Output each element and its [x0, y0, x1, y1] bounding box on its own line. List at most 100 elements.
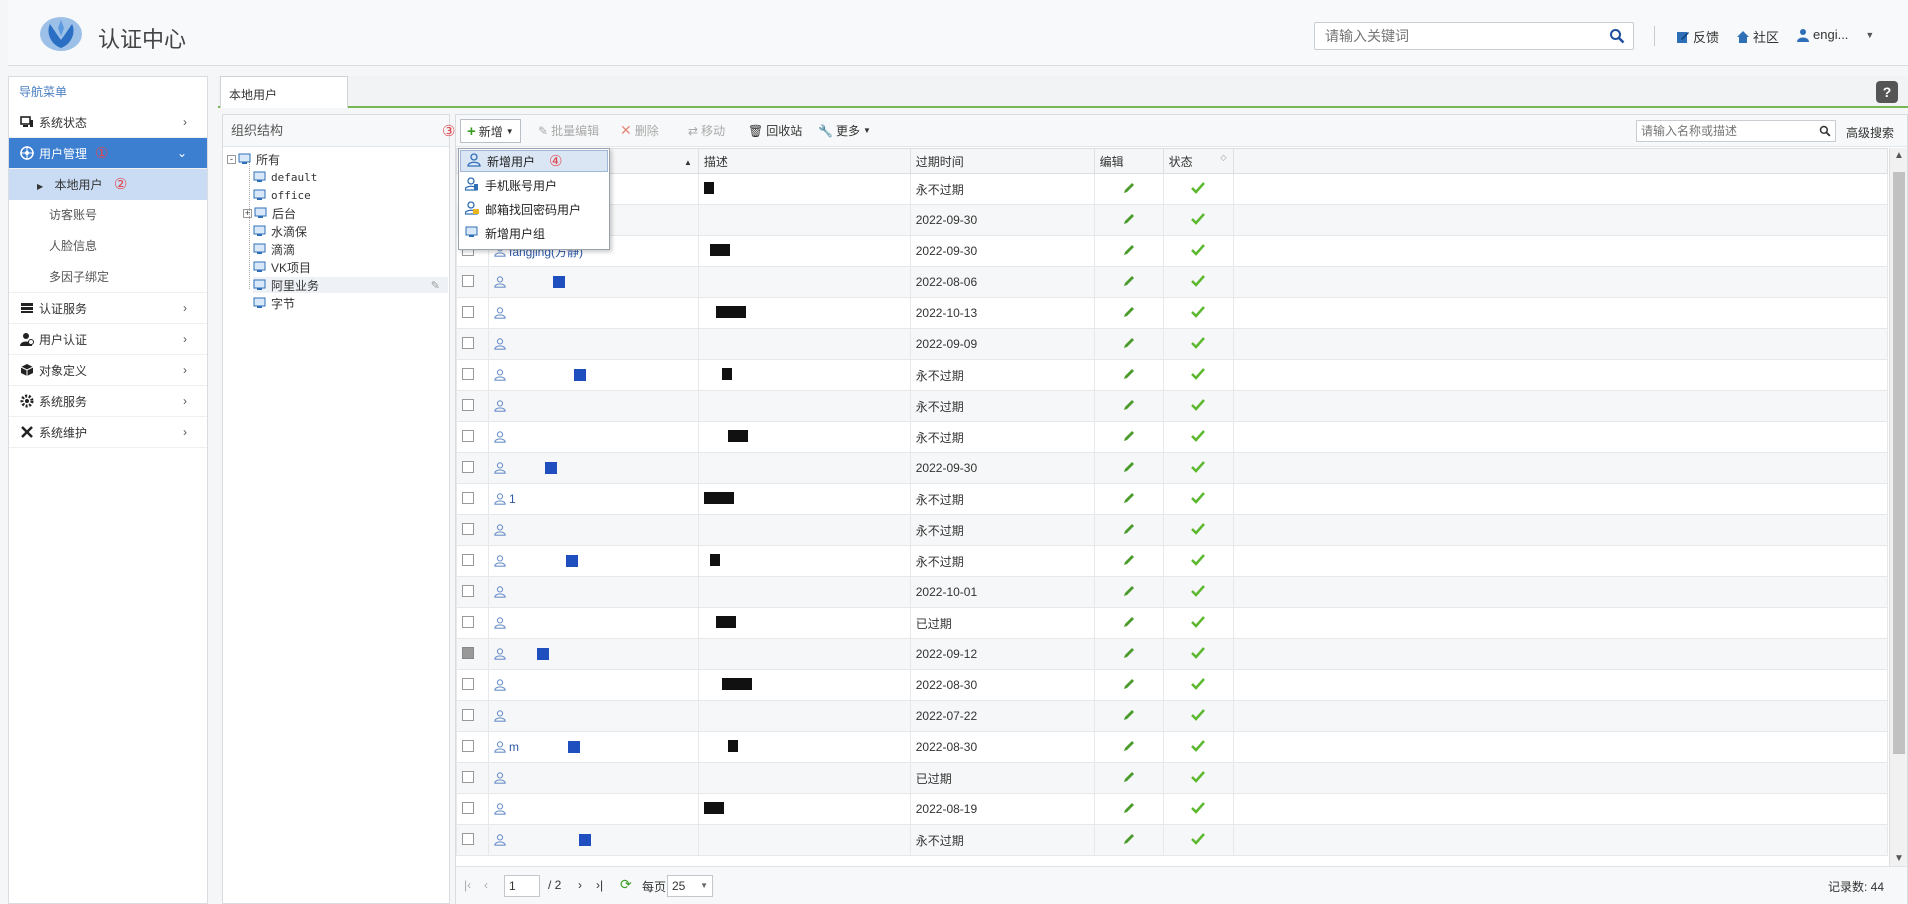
- edit-cell[interactable]: [1093, 545, 1164, 577]
- row-select-cell[interactable]: [456, 793, 489, 825]
- row-checkbox[interactable]: [462, 274, 474, 287]
- expire-header[interactable]: 过期时间: [909, 148, 1095, 174]
- per-page-select[interactable]: 25 ▼: [667, 875, 713, 897]
- name-cell[interactable]: [487, 576, 699, 608]
- edit-pencil-icon[interactable]: [1123, 678, 1135, 690]
- pencil-icon[interactable]: ✎: [431, 279, 440, 292]
- new-button[interactable]: + 新增 ▼: [460, 119, 521, 143]
- sidebar-subitem-face-info[interactable]: 人脸信息: [9, 231, 207, 262]
- table-row[interactable]: 2022-09-12: [456, 638, 1888, 670]
- table-row[interactable]: m 2022-08-30: [456, 731, 1888, 763]
- edit-pencil-icon[interactable]: [1123, 368, 1135, 380]
- name-cell[interactable]: [487, 452, 699, 484]
- table-row[interactable]: fangjing(方静) 2022-09-30: [456, 235, 1888, 267]
- menu-item-phone-user[interactable]: 手机账号用户: [459, 173, 609, 197]
- menu-item-email-recovery-user[interactable]: 邮箱找回密码用户: [459, 197, 609, 221]
- edit-cell[interactable]: [1093, 421, 1164, 453]
- edit-cell[interactable]: [1093, 731, 1164, 763]
- edit-cell[interactable]: [1093, 824, 1164, 856]
- sidebar-item-system-maintenance[interactable]: 系统维护 ›: [9, 417, 207, 448]
- tab-local-users[interactable]: 本地用户: [220, 76, 348, 108]
- row-checkbox[interactable]: [462, 770, 474, 783]
- global-search[interactable]: [1314, 22, 1634, 50]
- name-cell[interactable]: [487, 328, 699, 360]
- search-input[interactable]: [1315, 23, 1595, 49]
- edit-pencil-icon[interactable]: [1123, 399, 1135, 411]
- community-link[interactable]: 社区: [1736, 27, 1779, 46]
- search-icon[interactable]: [1819, 125, 1831, 137]
- row-checkbox[interactable]: [462, 491, 474, 504]
- menu-item-new-group[interactable]: 新增用户组: [459, 221, 609, 245]
- edit-pencil-icon[interactable]: [1123, 709, 1135, 721]
- edit-cell[interactable]: [1093, 514, 1164, 546]
- edit-pencil-icon[interactable]: [1123, 337, 1135, 349]
- row-select-cell[interactable]: [456, 390, 489, 422]
- table-row[interactable]: 永不过期: [456, 173, 1888, 205]
- delete-button[interactable]: ✕ 删除: [620, 122, 659, 139]
- list-search[interactable]: [1636, 120, 1836, 142]
- edit-pencil-icon[interactable]: [1123, 275, 1135, 287]
- row-checkbox[interactable]: [462, 615, 474, 628]
- edit-cell[interactable]: [1093, 483, 1164, 515]
- search-icon[interactable]: [1609, 28, 1625, 44]
- batch-edit-button[interactable]: ✎ 批量编辑: [538, 122, 599, 139]
- name-cell[interactable]: [487, 669, 699, 701]
- edit-pencil-icon[interactable]: [1123, 802, 1135, 814]
- row-select-cell[interactable]: [456, 576, 489, 608]
- edit-pencil-icon[interactable]: [1123, 492, 1135, 504]
- table-row[interactable]: 2022-07-22: [456, 700, 1888, 732]
- more-button[interactable]: 🔧 更多 ▼: [818, 122, 871, 139]
- row-checkbox[interactable]: [462, 584, 474, 597]
- row-select-cell[interactable]: [456, 266, 489, 298]
- name-cell[interactable]: [487, 421, 699, 453]
- edit-cell[interactable]: [1093, 576, 1164, 608]
- row-select-cell[interactable]: [456, 514, 489, 546]
- feedback-link[interactable]: 反馈: [1676, 27, 1719, 46]
- row-select-cell[interactable]: [456, 421, 489, 453]
- row-checkbox[interactable]: [462, 708, 474, 721]
- row-select-cell[interactable]: [456, 452, 489, 484]
- edit-cell[interactable]: [1093, 452, 1164, 484]
- row-select-cell[interactable]: [456, 297, 489, 329]
- row-checkbox[interactable]: [462, 522, 474, 535]
- row-select-cell[interactable]: [456, 762, 489, 794]
- edit-cell[interactable]: [1093, 793, 1164, 825]
- row-checkbox[interactable]: [462, 553, 474, 566]
- table-row[interactable]: 已过期: [456, 762, 1888, 794]
- prev-page-icon[interactable]: ‹: [484, 878, 488, 892]
- row-checkbox[interactable]: [462, 646, 474, 659]
- row-select-cell[interactable]: [456, 483, 489, 515]
- sidebar-item-auth-service[interactable]: 认证服务 ›: [9, 293, 207, 324]
- edit-cell[interactable]: [1093, 669, 1164, 701]
- edit-cell[interactable]: [1093, 328, 1164, 360]
- tree-node-office[interactable]: office: [253, 187, 311, 203]
- sidebar-item-user-management[interactable]: 用户管理 ① ⌄: [9, 138, 207, 169]
- scroll-up-icon[interactable]: ▲: [1894, 150, 1904, 161]
- sidebar-subitem-mfa-binding[interactable]: 多因子绑定: [9, 262, 207, 293]
- table-row[interactable]: 2022-08-19: [456, 793, 1888, 825]
- collapse-icon[interactable]: -: [227, 154, 236, 164]
- row-checkbox[interactable]: [462, 832, 474, 845]
- tree-node-shuidibao[interactable]: 水滴保: [253, 223, 307, 239]
- edit-cell[interactable]: [1093, 390, 1164, 422]
- tree-node-backend[interactable]: + 后台: [243, 205, 296, 221]
- name-cell[interactable]: [487, 390, 699, 422]
- edit-cell[interactable]: [1093, 173, 1164, 205]
- edit-pencil-icon[interactable]: [1123, 833, 1135, 845]
- name-cell[interactable]: [487, 607, 699, 639]
- tree-node-default[interactable]: default: [253, 169, 317, 185]
- row-select-cell[interactable]: [456, 824, 489, 856]
- edit-pencil-icon[interactable]: [1123, 585, 1135, 597]
- name-cell[interactable]: [487, 824, 699, 856]
- last-page-icon[interactable]: ›|: [596, 878, 603, 892]
- desc-header[interactable]: 描述: [697, 148, 911, 174]
- row-checkbox[interactable]: [462, 801, 474, 814]
- sidebar-item-object-definition[interactable]: 对象定义 ›: [9, 355, 207, 386]
- edit-cell[interactable]: [1093, 235, 1164, 267]
- table-row[interactable]: 1 永不过期: [456, 483, 1888, 515]
- row-select-cell[interactable]: [456, 700, 489, 732]
- row-checkbox[interactable]: [462, 398, 474, 411]
- name-cell[interactable]: [487, 762, 699, 794]
- row-checkbox[interactable]: [462, 367, 474, 380]
- name-cell[interactable]: [487, 793, 699, 825]
